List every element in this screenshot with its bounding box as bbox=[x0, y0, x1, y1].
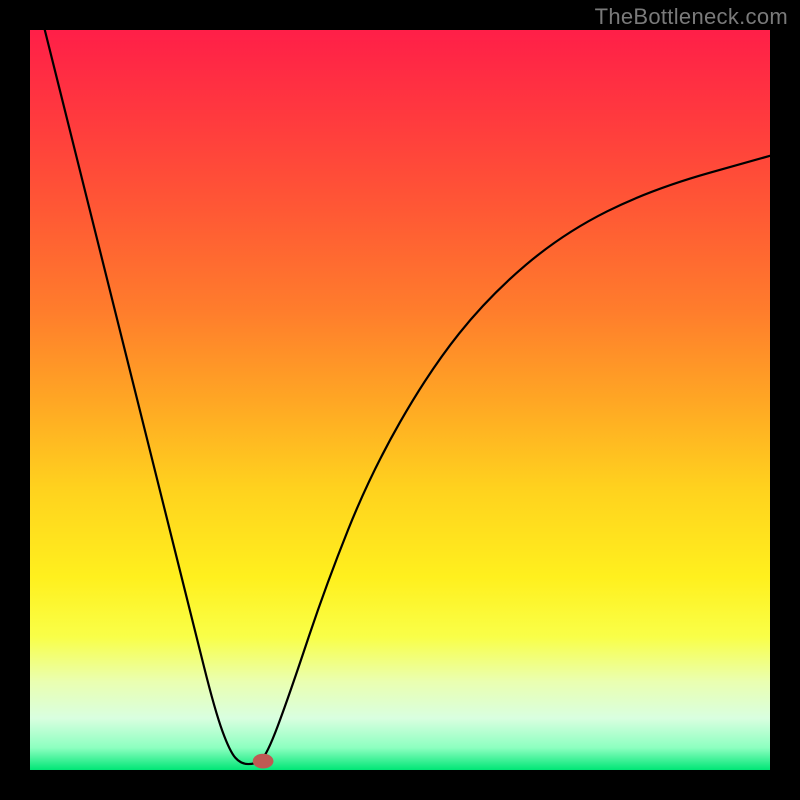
bottleneck-chart bbox=[0, 0, 800, 800]
plot-area bbox=[30, 30, 770, 770]
watermark-text: TheBottleneck.com bbox=[595, 4, 788, 30]
optimal-point-marker bbox=[253, 754, 274, 769]
chart-stage: TheBottleneck.com bbox=[0, 0, 800, 800]
